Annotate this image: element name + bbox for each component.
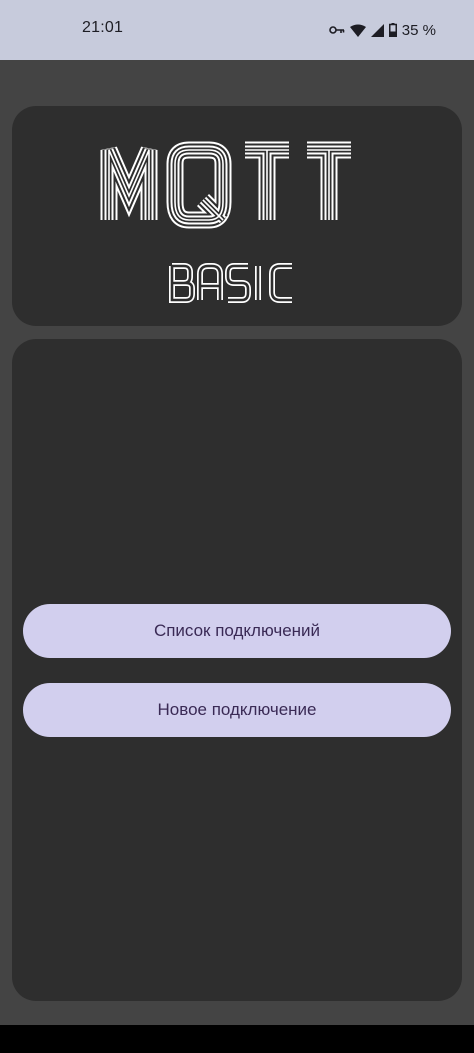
wifi-icon [349, 24, 366, 37]
status-icons: 35 % [328, 19, 436, 41]
main-menu-card: Список подключений Новое подключение [12, 339, 462, 1001]
vpn-key-icon [328, 24, 345, 36]
app-screen: MQTT BASIC Список подключений Новое подк… [0, 60, 474, 1025]
logo-title-mqtt [109, 150, 351, 220]
signal-icon [370, 23, 384, 37]
new-connection-button[interactable]: Новое подключение [23, 683, 451, 737]
connections-list-button[interactable]: Список подключений [23, 604, 451, 658]
status-bar: 21:01 35 % [0, 0, 474, 60]
navigation-bar [0, 1025, 474, 1053]
battery-icon [388, 23, 397, 37]
logo-subtitle-basic [172, 266, 292, 300]
logo-card: MQTT BASIC [12, 106, 462, 326]
status-time: 21:01 [82, 19, 124, 36]
battery-percent: 35 % [401, 21, 436, 39]
logo-graphic [12, 106, 462, 326]
